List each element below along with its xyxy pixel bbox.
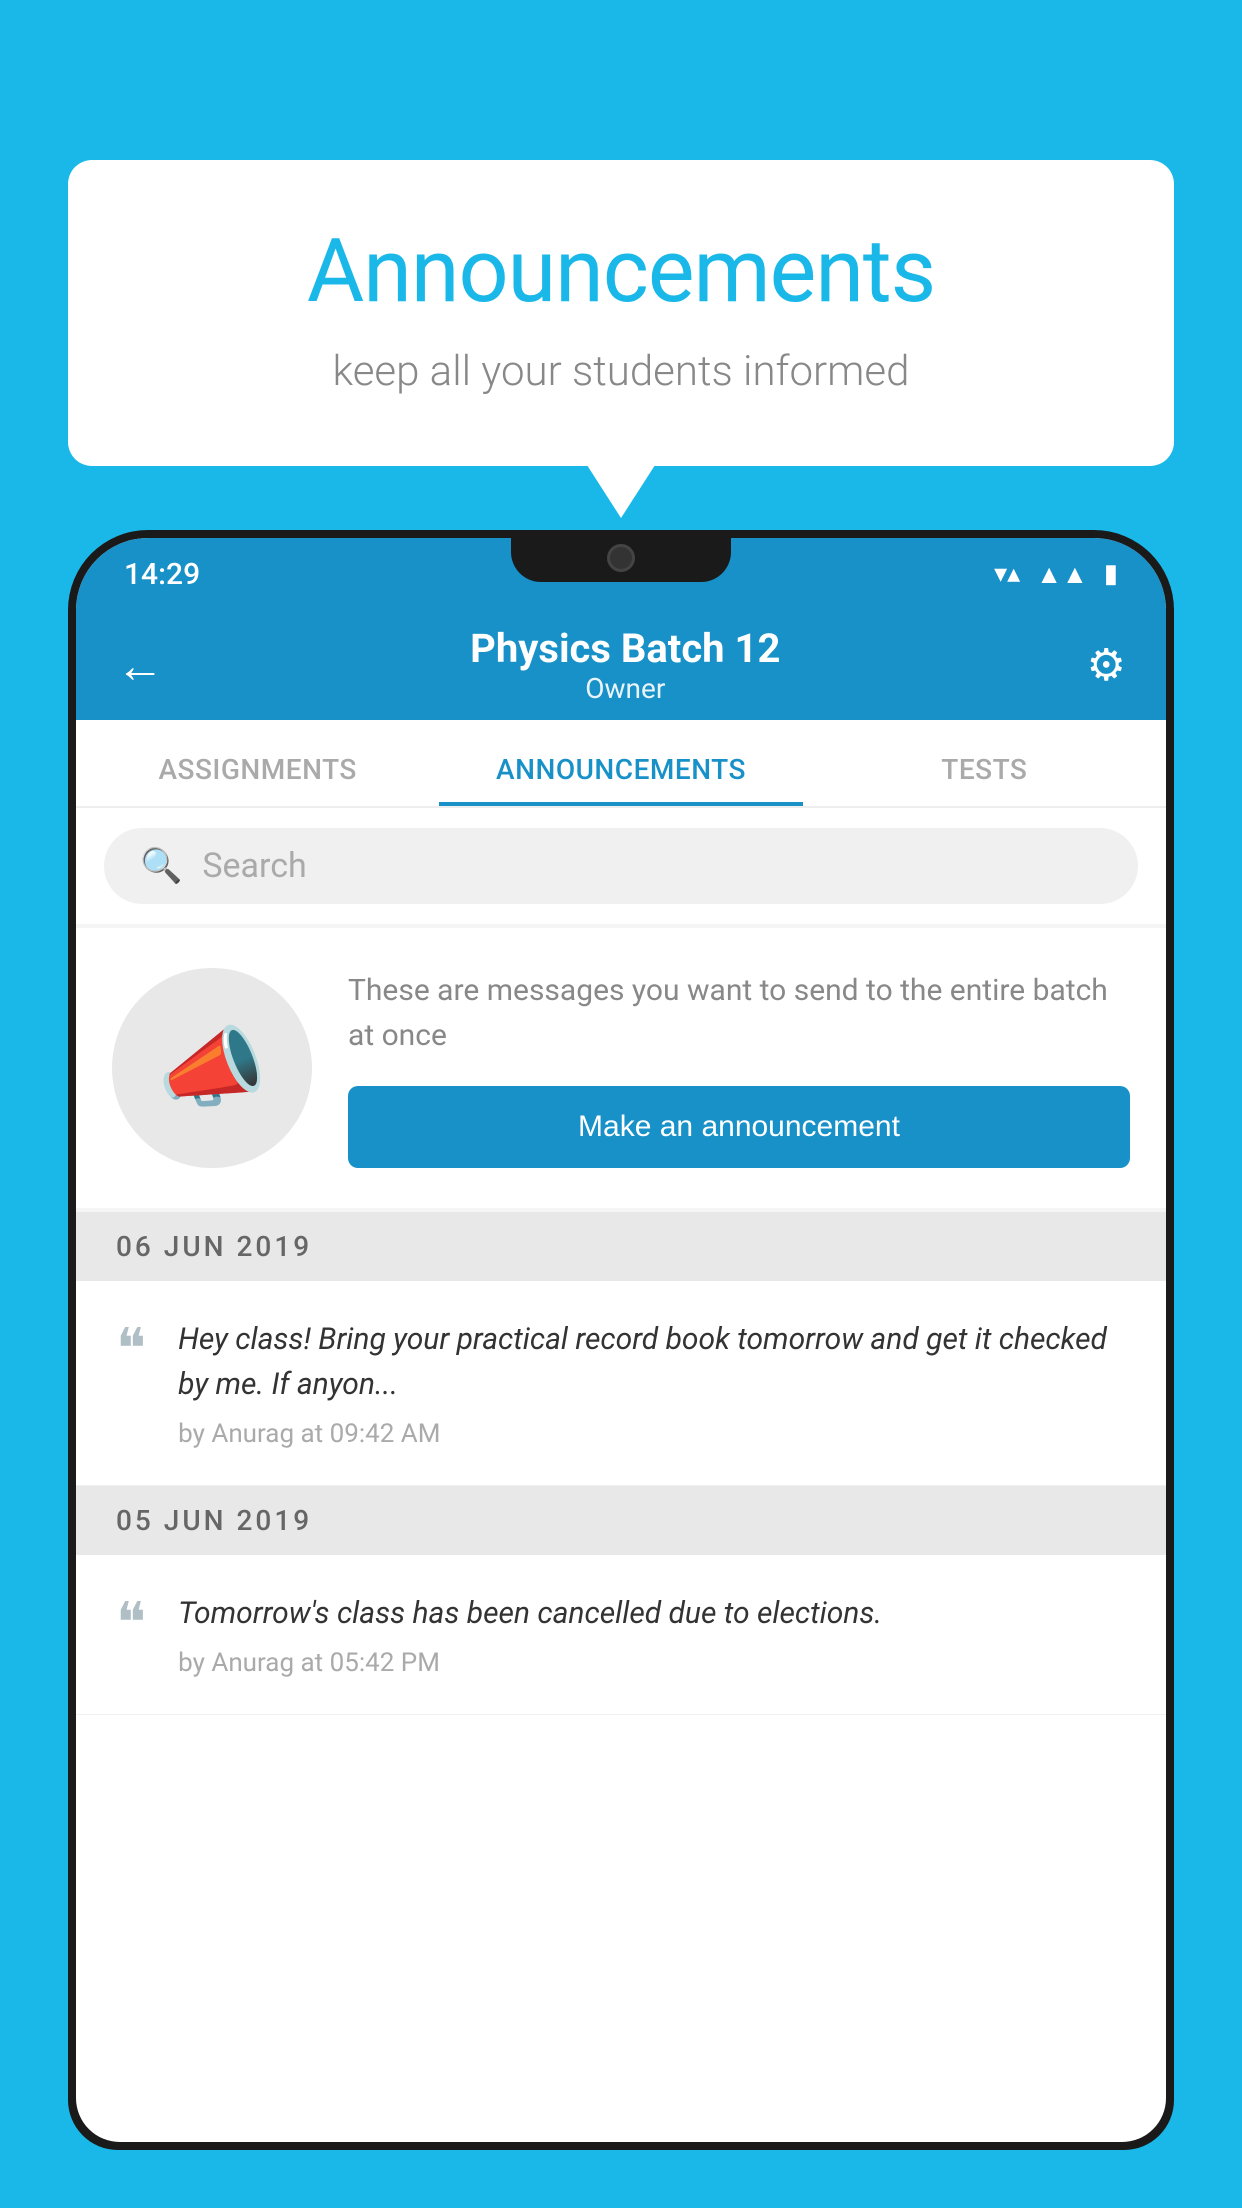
app-bar-subtitle: Owner [470, 672, 780, 705]
promo-description: These are messages you want to send to t… [348, 968, 1130, 1058]
tab-assignments[interactable]: ASSIGNMENTS [76, 753, 439, 806]
announcement-meta-2: by Anurag at 05:42 PM [178, 1648, 1126, 1678]
content-area: 🔍 Search 📣 These are messages you want t… [76, 808, 1166, 1715]
speech-bubble-container: Announcements keep all your students inf… [68, 160, 1174, 466]
quote-icon-2: ❝ [116, 1595, 146, 1651]
app-bar-center: Physics Batch 12 Owner [470, 625, 780, 705]
phone-camera [607, 544, 635, 572]
date-separator-1: 06 JUN 2019 [76, 1212, 1166, 1281]
app-bar: ← Physics Batch 12 Owner ⚙ [76, 610, 1166, 720]
search-placeholder: Search [202, 846, 306, 886]
announcement-item-2[interactable]: ❝ Tomorrow's class has been cancelled du… [76, 1555, 1166, 1715]
announcement-text-2: Tomorrow's class has been cancelled due … [178, 1591, 1126, 1636]
speech-bubble: Announcements keep all your students inf… [68, 160, 1174, 466]
announcement-item-1[interactable]: ❝ Hey class! Bring your practical record… [76, 1281, 1166, 1486]
announcement-content-2: Tomorrow's class has been cancelled due … [178, 1591, 1126, 1678]
promo-card: 📣 These are messages you want to send to… [76, 928, 1166, 1208]
megaphone-circle: 📣 [112, 968, 312, 1168]
date-separator-2: 05 JUN 2019 [76, 1486, 1166, 1555]
megaphone-icon: 📣 [157, 1017, 267, 1120]
wifi-icon: ▾▴ [994, 559, 1020, 589]
phone-notch [511, 530, 731, 582]
signal-icon: ▲▲ [1036, 559, 1087, 590]
status-icons: ▾▴ ▲▲ ▮ [994, 559, 1118, 590]
phone-screen: 14:29 ▾▴ ▲▲ ▮ ← Physics Batch 12 Owner ⚙ [76, 538, 1166, 2142]
tabs-container: ASSIGNMENTS ANNOUNCEMENTS TESTS [76, 720, 1166, 808]
back-button[interactable]: ← [116, 637, 164, 694]
status-time: 14:29 [124, 557, 200, 592]
announcement-content-1: Hey class! Bring your practical record b… [178, 1317, 1126, 1449]
phone-outer: 14:29 ▾▴ ▲▲ ▮ ← Physics Batch 12 Owner ⚙ [68, 530, 1174, 2150]
quote-icon-1: ❝ [116, 1321, 146, 1377]
promo-right: These are messages you want to send to t… [348, 968, 1130, 1168]
search-icon: 🔍 [140, 846, 182, 886]
battery-icon: ▮ [1104, 559, 1118, 589]
tab-tests[interactable]: TESTS [803, 753, 1166, 806]
tab-announcements[interactable]: ANNOUNCEMENTS [439, 753, 802, 806]
announcement-subtitle: keep all your students informed [148, 347, 1094, 396]
search-bar-container: 🔍 Search [76, 808, 1166, 924]
announcement-text-1: Hey class! Bring your practical record b… [178, 1317, 1126, 1407]
settings-icon[interactable]: ⚙ [1087, 639, 1126, 691]
search-bar[interactable]: 🔍 Search [104, 828, 1138, 904]
announcement-meta-1: by Anurag at 09:42 AM [178, 1419, 1126, 1449]
phone-mockup: 14:29 ▾▴ ▲▲ ▮ ← Physics Batch 12 Owner ⚙ [68, 530, 1174, 2208]
announcement-title: Announcements [148, 220, 1094, 323]
app-bar-title: Physics Batch 12 [470, 625, 780, 672]
make-announcement-button[interactable]: Make an announcement [348, 1086, 1130, 1168]
